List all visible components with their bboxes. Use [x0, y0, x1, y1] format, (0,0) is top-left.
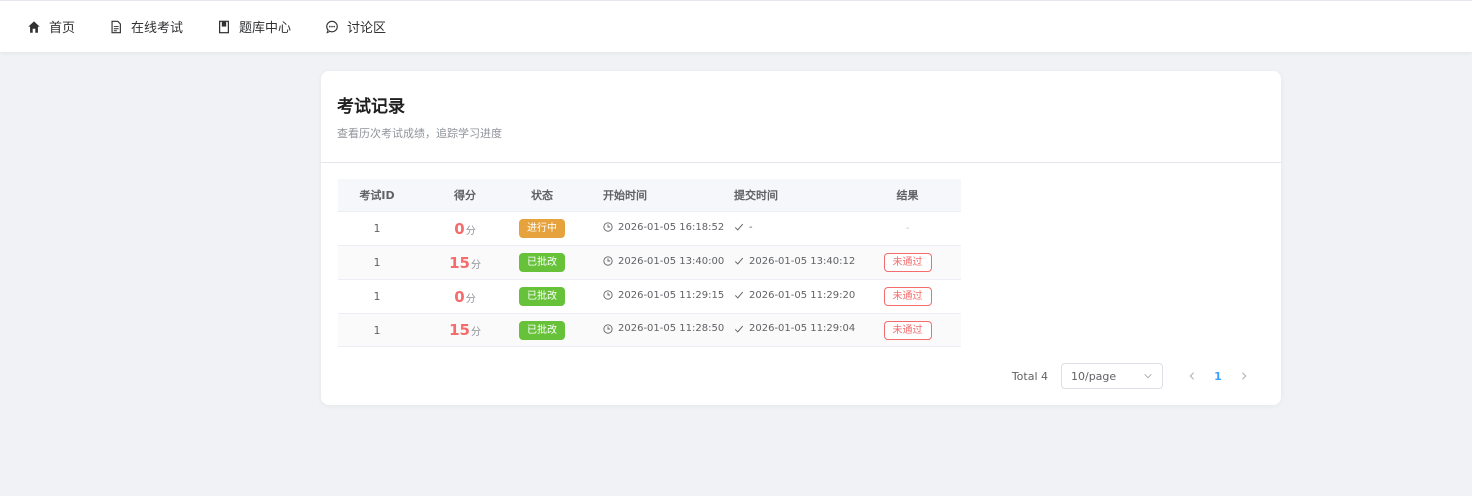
- cell-id: 1: [373, 222, 381, 235]
- cell-start-time: 2026-01-05 16:18:52: [570, 222, 724, 236]
- status-badge: 已批改: [519, 320, 565, 340]
- pagination-total: Total 4: [1011, 369, 1048, 383]
- exam-records-table: 考试ID 得分 状态 开始时间 提交时间 结果 1 0分 进行中 2026-01…: [338, 179, 961, 347]
- column-header-submit-time: 提交时间: [734, 189, 778, 202]
- score-unit: 分: [470, 259, 481, 271]
- submit-time-text: -: [749, 221, 753, 233]
- chevron-down-icon: [1144, 373, 1152, 379]
- nav-label: 讨论区: [347, 21, 387, 36]
- submit-time-text: 2026-01-05 11:29:20: [749, 289, 856, 301]
- clock-icon: [603, 256, 613, 266]
- cell-result: 未通过: [854, 287, 961, 306]
- cell-start-time: 2026-01-05 11:29:15: [570, 290, 724, 304]
- page-size-value: 10/page: [1071, 369, 1117, 383]
- nav-item-question-bank[interactable]: 题库中心: [217, 1, 291, 52]
- cell-score: 15分: [416, 254, 514, 272]
- table-row: 1 0分 已批改 2026-01-05 11:29:15 2026-01-05 …: [338, 279, 961, 313]
- clock-icon: [603, 290, 613, 300]
- result-badge: 未通过: [883, 287, 932, 306]
- cell-status: 已批改: [514, 253, 570, 272]
- column-header-status: 状态: [531, 189, 553, 202]
- nav-item-home[interactable]: 首页: [27, 1, 75, 52]
- check-icon: [734, 258, 744, 265]
- clock-icon: [603, 324, 613, 334]
- column-header-id: 考试ID: [359, 189, 395, 202]
- cell-status: 进行中: [514, 219, 570, 238]
- book-icon: [217, 20, 231, 34]
- cell-start-time: 2026-01-05 11:28:50: [570, 323, 724, 337]
- score-value: 0: [454, 219, 465, 238]
- cell-result: 未通过: [854, 320, 961, 340]
- result-badge: 未通过: [883, 320, 932, 340]
- table-header: 考试ID 得分 状态 开始时间 提交时间 结果: [338, 179, 961, 211]
- status-badge: 已批改: [519, 287, 565, 306]
- score-unit: 分: [465, 293, 476, 305]
- column-header-score: 得分: [454, 189, 476, 202]
- cell-id: 1: [373, 256, 381, 269]
- check-icon: [734, 224, 744, 231]
- result-text: -: [905, 223, 910, 234]
- exam-records-card: 考试记录 查看历次考试成绩，追踪学习进度 考试ID 得分 状态 开始时间 提交时…: [321, 71, 1281, 405]
- submit-time-text: 2026-01-05 13:40:12: [749, 255, 856, 267]
- result-badge: 未通过: [883, 253, 932, 272]
- cell-submit-time: 2026-01-05 13:40:12: [714, 255, 856, 270]
- cell-id: 1: [373, 290, 381, 303]
- check-icon: [734, 325, 744, 333]
- home-icon: [27, 20, 41, 34]
- status-badge: 已批改: [519, 253, 565, 272]
- card-header: 考试记录 查看历次考试成绩，追踪学习进度: [321, 71, 1281, 163]
- column-header-result: 结果: [896, 189, 919, 202]
- table-row: 1 15分 已批改 2026-01-05 13:40:00 2026-01-05…: [338, 245, 961, 279]
- score-value: 15: [449, 321, 470, 339]
- top-nav: 首页 在线考试 题库中心 讨论区: [0, 0, 1472, 52]
- start-time-text: 2026-01-05 13:40:00: [618, 255, 725, 267]
- cell-result: 未通过: [854, 253, 961, 272]
- chevron-left-icon: [1189, 372, 1195, 380]
- page-title: 考试记录: [337, 97, 405, 117]
- page-size-select[interactable]: 10/page: [1061, 363, 1163, 389]
- cell-id: 1: [373, 323, 381, 337]
- page-subtitle: 查看历次考试成绩，追踪学习进度: [337, 127, 502, 140]
- cell-submit-time: 2026-01-05 11:29:20: [714, 289, 856, 304]
- cell-score: 15分: [416, 321, 514, 339]
- cell-result: -: [854, 223, 961, 234]
- chat-icon: [325, 20, 339, 34]
- check-icon: [734, 292, 744, 299]
- table-row: 1 15分 已批改 2026-01-05 11:28:50 2026-01-05…: [338, 313, 961, 347]
- nav-item-discussion[interactable]: 讨论区: [325, 1, 386, 52]
- start-time-text: 2026-01-05 16:18:52: [618, 221, 725, 233]
- score-unit: 分: [470, 327, 481, 338]
- nav-item-online-exam[interactable]: 在线考试: [109, 1, 183, 52]
- page-number-current[interactable]: 1: [1205, 363, 1231, 389]
- score-value: 0: [454, 287, 465, 306]
- start-time-text: 2026-01-05 11:29:15: [618, 289, 725, 301]
- pagination: Total 4 10/page 1: [1012, 363, 1257, 389]
- table-row: 1 0分 进行中 2026-01-05 16:18:52 - -: [338, 211, 961, 245]
- nav-label: 首页: [49, 21, 76, 36]
- cell-submit-time: 2026-01-05 11:29:04: [714, 323, 856, 337]
- start-time-text: 2026-01-05 11:28:50: [618, 323, 725, 335]
- status-badge: 进行中: [519, 219, 565, 238]
- next-page-button[interactable]: [1231, 363, 1257, 389]
- cell-start-time: 2026-01-05 13:40:00: [570, 256, 724, 270]
- chevron-right-icon: [1241, 372, 1247, 380]
- cell-score: 0分: [416, 288, 514, 306]
- cell-status: 已批改: [514, 320, 570, 340]
- prev-page-button[interactable]: [1179, 363, 1205, 389]
- column-header-start-time: 开始时间: [603, 189, 647, 202]
- nav-label: 在线考试: [131, 21, 184, 36]
- nav-label: 题库中心: [239, 21, 292, 36]
- clock-icon: [603, 222, 613, 232]
- score-value: 15: [449, 253, 470, 272]
- cell-score: 0分: [416, 220, 514, 238]
- cell-submit-time: -: [714, 222, 854, 236]
- score-unit: 分: [465, 225, 476, 237]
- document-icon: [109, 20, 123, 34]
- submit-time-text: 2026-01-05 11:29:04: [749, 323, 856, 335]
- cell-status: 已批改: [514, 287, 570, 306]
